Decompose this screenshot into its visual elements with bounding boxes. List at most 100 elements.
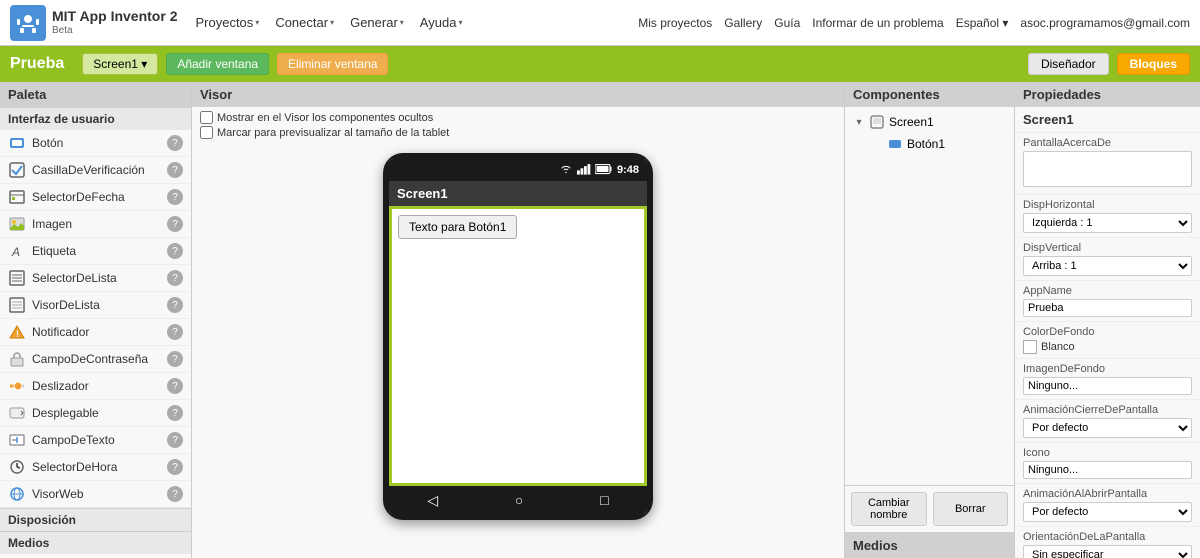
- palette-item-slider[interactable]: Deslizador ?: [0, 373, 191, 400]
- nav-ayuda[interactable]: Ayuda ▾: [412, 11, 471, 34]
- help-icon[interactable]: ?: [167, 324, 183, 340]
- pantalla-acerca-input[interactable]: [1023, 151, 1192, 187]
- disp-horizontal-select[interactable]: Izquierda : 1: [1023, 213, 1192, 233]
- palette-item-checkbox[interactable]: CasillaDeVerificación ?: [0, 157, 191, 184]
- wifi-icon: [559, 163, 573, 178]
- palette-item-password[interactable]: CampoDeContraseña ?: [0, 346, 191, 373]
- palette-item-label[interactable]: A Etiqueta ?: [0, 238, 191, 265]
- nav-espanol[interactable]: Español ▾: [956, 16, 1009, 30]
- palette-section-layout: Disposición: [0, 508, 191, 531]
- nav-right: Mis proyectos Gallery Guía Informar de u…: [638, 16, 1190, 30]
- textbox-component-icon: [8, 431, 26, 449]
- properties-header: Propiedades: [1015, 82, 1200, 107]
- phone-screen: 9:48 Screen1 Texto para Botón1 ◁ ○ □: [389, 159, 647, 514]
- tree-label-boton1: Botón1: [907, 137, 945, 151]
- webviewer-component-icon: [8, 485, 26, 503]
- nav-proyectos[interactable]: Proyectos ▾: [187, 11, 267, 34]
- palette-item-boton[interactable]: Botón ?: [0, 130, 191, 157]
- properties-component-name: Screen1: [1015, 107, 1200, 133]
- help-icon[interactable]: ?: [167, 216, 183, 232]
- palette-item-date[interactable]: SelectorDeFecha ?: [0, 184, 191, 211]
- app-beta-label: Beta: [52, 25, 177, 36]
- palette-section-ui: Interfaz de usuario: [0, 107, 191, 130]
- help-icon[interactable]: ?: [167, 405, 183, 421]
- blocks-button[interactable]: Bloques: [1117, 53, 1190, 75]
- nav-informar[interactable]: Informar de un problema: [812, 16, 943, 30]
- recents-icon: □: [600, 492, 608, 508]
- tree-children: Botón1: [849, 133, 1010, 155]
- add-screen-button[interactable]: Añadir ventana: [166, 53, 269, 75]
- prop-color-fondo: ColorDeFondo Blanco: [1015, 322, 1200, 359]
- phone-status-bar: 9:48: [389, 159, 647, 181]
- viewer-header: Visor: [192, 82, 844, 107]
- nav-generar[interactable]: Generar ▾: [342, 11, 412, 34]
- icono-input[interactable]: [1023, 461, 1192, 479]
- nav-gallery[interactable]: Gallery: [724, 16, 762, 30]
- component-tree: ▾ Screen1 Botón1: [845, 107, 1014, 485]
- button-icon: [887, 136, 903, 152]
- logo-area: MIT App Inventor 2 Beta: [10, 5, 177, 41]
- nav-account[interactable]: asoc.programamos@gmail.com: [1020, 16, 1190, 30]
- components-footer: Cambiar nombre Borrar: [845, 485, 1014, 532]
- help-icon[interactable]: ?: [167, 162, 183, 178]
- label-component-icon: A: [8, 242, 26, 260]
- imagen-fondo-input[interactable]: [1023, 377, 1192, 395]
- appname-input[interactable]: [1023, 299, 1192, 317]
- tablet-preview-checkbox[interactable]: [200, 126, 213, 139]
- viewer-option-hidden: Mostrar en el Visor los componentes ocul…: [200, 111, 836, 124]
- tree-item-boton1[interactable]: Botón1: [867, 133, 1010, 155]
- tree-item-screen1[interactable]: ▾ Screen1: [849, 111, 1010, 133]
- prop-disp-vertical: DispVertical Arriba : 1: [1015, 238, 1200, 281]
- phone-content-area: Texto para Botón1: [389, 206, 647, 486]
- phone-nav-bar: ◁ ○ □: [389, 486, 647, 514]
- remove-screen-button[interactable]: Eliminar ventana: [277, 53, 388, 75]
- animacion-cierre-select[interactable]: Por defecto: [1023, 418, 1192, 438]
- prop-imagen-fondo: ImagenDeFondo: [1015, 359, 1200, 400]
- animacion-abrir-select[interactable]: Por defecto: [1023, 502, 1192, 522]
- palette-item-list-view[interactable]: VisorDeLista ?: [0, 292, 191, 319]
- palette-item-image[interactable]: Imagen ?: [0, 211, 191, 238]
- home-icon: ○: [515, 492, 523, 508]
- help-icon[interactable]: ?: [167, 270, 183, 286]
- palette-item-list-picker[interactable]: SelectorDeLista ?: [0, 265, 191, 292]
- battery-icon: [595, 163, 613, 178]
- help-icon[interactable]: ?: [167, 459, 183, 475]
- screen-selector-button[interactable]: Screen1 ▾: [82, 53, 158, 75]
- help-icon[interactable]: ?: [167, 189, 183, 205]
- rename-component-button[interactable]: Cambiar nombre: [851, 492, 927, 526]
- viewer-panel: Visor Mostrar en el Visor los componente…: [192, 82, 845, 558]
- palette-item-textbox[interactable]: CampoDeTexto ?: [0, 427, 191, 454]
- nav-mis-proyectos[interactable]: Mis proyectos: [638, 16, 712, 30]
- help-icon[interactable]: ?: [167, 378, 183, 394]
- help-icon[interactable]: ?: [167, 351, 183, 367]
- phone-preview-container: 9:48 Screen1 Texto para Botón1 ◁ ○ □: [192, 143, 844, 558]
- help-icon[interactable]: ?: [167, 432, 183, 448]
- color-swatch[interactable]: [1023, 340, 1037, 354]
- help-icon[interactable]: ?: [167, 243, 183, 259]
- help-icon[interactable]: ?: [167, 297, 183, 313]
- notifier-component-icon: !: [8, 323, 26, 341]
- help-icon[interactable]: ?: [167, 486, 183, 502]
- button-component-icon: [8, 134, 26, 152]
- nav-guia[interactable]: Guía: [774, 16, 800, 30]
- palette-item-webviewer[interactable]: VisorWeb ?: [0, 481, 191, 508]
- help-icon[interactable]: ?: [167, 135, 183, 151]
- app-title: MIT App Inventor 2: [52, 9, 177, 24]
- disp-vertical-select[interactable]: Arriba : 1: [1023, 256, 1192, 276]
- screen-icon: [869, 114, 885, 130]
- phone-button-preview: Texto para Botón1: [398, 215, 517, 239]
- palette-item-notifier[interactable]: ! Notificador ?: [0, 319, 191, 346]
- slider-component-icon: [8, 377, 26, 395]
- orientacion-select[interactable]: Sin especificar: [1023, 545, 1192, 558]
- designer-button[interactable]: Diseñador: [1028, 53, 1109, 75]
- palette-item-timepicker[interactable]: SelectorDeHora ?: [0, 454, 191, 481]
- palette-item-spinner[interactable]: Desplegable ?: [0, 400, 191, 427]
- viewer-options: Mostrar en el Visor los componentes ocul…: [192, 107, 844, 143]
- delete-component-button[interactable]: Borrar: [933, 492, 1009, 526]
- chevron-down-icon: ▾: [458, 18, 462, 27]
- hidden-components-checkbox[interactable]: [200, 111, 213, 124]
- date-component-icon: [8, 188, 26, 206]
- nav-conectar[interactable]: Conectar ▾: [267, 11, 342, 34]
- prop-appname: AppName: [1015, 281, 1200, 322]
- svg-text:A: A: [11, 245, 20, 259]
